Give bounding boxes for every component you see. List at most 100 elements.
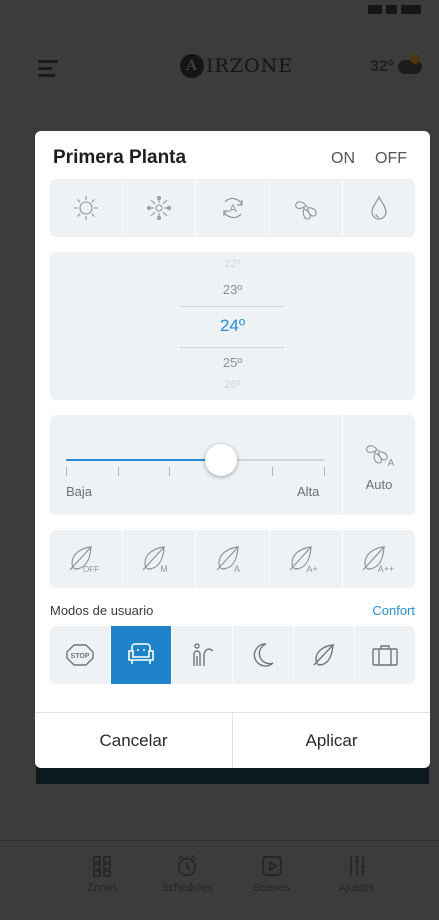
nav-zones[interactable]: Zones (62, 853, 142, 920)
slider-thumb[interactable] (204, 444, 237, 476)
svg-text:OFF: OFF (83, 565, 99, 574)
fan-auto-button[interactable]: A Auto (343, 415, 415, 515)
nav-label: Scenes (253, 882, 291, 894)
eco-adapt-selector: OFF M A A+ A++ (50, 530, 415, 588)
svg-text:STOP: STOP (71, 653, 90, 660)
eco-a-button[interactable]: A (196, 530, 270, 588)
fan-auto-icon: A (366, 444, 395, 469)
people-icon (193, 643, 214, 666)
leaf-off-icon: OFF (69, 546, 99, 574)
svg-text:A++: A++ (378, 564, 395, 574)
grid-icon (90, 853, 114, 879)
sliders-icon (345, 853, 369, 879)
airzone-logo: A IRZONE (180, 54, 293, 78)
nav-scenes[interactable]: Scenes (232, 853, 312, 920)
high-label: Alta (297, 484, 320, 499)
zone-settings-modal: Primera Planta ON OFF A 22º 23º 24º 25º … (35, 131, 430, 768)
slider-tick (117, 467, 119, 476)
mode-fan-button[interactable] (270, 179, 343, 237)
cancel-button[interactable]: Cancelar (35, 713, 233, 768)
leaf-a-plus-icon: A+ (289, 546, 317, 574)
outdoor-temperature: 32º (370, 58, 394, 75)
slider-tick (324, 467, 325, 476)
play-icon (260, 853, 284, 879)
temp-option[interactable]: 23º (50, 282, 415, 297)
fan-speed-slider[interactable] (66, 459, 324, 461)
user-mode-occupied-button[interactable] (172, 626, 233, 684)
eco-a-plus-plus-button[interactable]: A++ (343, 530, 415, 588)
mode-dry-button[interactable] (343, 179, 415, 237)
modal-footer: Cancelar Aplicar (35, 712, 430, 768)
off-button[interactable]: OFF (375, 150, 407, 168)
auto-mode-icon: A (222, 197, 243, 219)
drop-icon (371, 195, 387, 220)
status-icons (368, 5, 421, 14)
user-mode-stop-button[interactable]: STOP (50, 626, 111, 684)
nav-settings[interactable]: Ajustes (317, 853, 397, 920)
svg-text:A: A (229, 203, 237, 215)
eco-m-button[interactable]: M (123, 530, 197, 588)
temp-option[interactable]: 22º (50, 258, 415, 270)
zone-title: Primera Planta (53, 147, 187, 168)
fan-icon (294, 201, 317, 220)
temp-option[interactable]: 26º (50, 379, 415, 391)
on-button[interactable]: ON (331, 150, 355, 168)
slider-tick (169, 467, 171, 476)
weather-widget[interactable]: 32º (370, 54, 422, 76)
divider (0, 840, 439, 841)
svg-text:A: A (233, 564, 239, 574)
operation-mode-selector: A (50, 179, 415, 237)
slider-fill (66, 459, 221, 461)
selected-temperature[interactable]: 24º (50, 316, 415, 336)
user-mode-eco-button[interactable] (294, 626, 355, 684)
svg-text:A: A (388, 458, 395, 469)
eco-off-button[interactable]: OFF (50, 530, 124, 588)
mode-auto-button[interactable]: A (196, 179, 270, 237)
logo-letter: A (180, 54, 204, 78)
selection-line (180, 306, 284, 307)
modal-header: Primera Planta ON OFF (35, 131, 430, 177)
selection-line (180, 347, 284, 348)
bottom-navigation: Zones Schedules Scenes Ajustes (0, 845, 439, 920)
leaf-icon (313, 644, 335, 666)
mode-cool-button[interactable] (123, 179, 197, 237)
cloud-sun-icon (397, 54, 422, 74)
battery-icon (401, 5, 421, 14)
status-bar (0, 0, 439, 22)
temperature-picker[interactable]: 22º 23º 24º 25º 26º (50, 252, 415, 400)
eco-a-plus-button[interactable]: A+ (270, 530, 343, 588)
user-mode-current: Confort (372, 603, 415, 618)
signal-icon (368, 5, 382, 14)
alarm-clock-icon (175, 853, 199, 879)
svg-text:M: M (161, 564, 169, 574)
app-header: A IRZONE 32º (0, 40, 439, 94)
wifi-icon (386, 5, 397, 14)
leaf-a-icon: A (216, 546, 240, 574)
mode-heat-button[interactable] (50, 179, 124, 237)
nav-label: Schedules (161, 882, 213, 894)
nav-label: Ajustes (338, 882, 375, 894)
user-mode-comfort-button[interactable] (111, 626, 172, 684)
user-modes-label: Modos de usuario (50, 603, 154, 618)
logo-text: IRZONE (206, 55, 294, 77)
sun-icon (74, 196, 99, 220)
nav-label: Zones (87, 882, 118, 894)
armchair-icon (128, 643, 154, 664)
user-mode-night-button[interactable] (233, 626, 294, 684)
slider-tick (66, 467, 67, 476)
user-mode-selector: STOP (50, 626, 415, 684)
leaf-m-icon: M (142, 546, 169, 574)
menu-icon[interactable] (38, 60, 58, 81)
svg-text:A+: A+ (306, 564, 317, 574)
auto-label: Auto (365, 476, 393, 492)
user-mode-vacation-button[interactable] (355, 626, 415, 684)
nav-schedules[interactable]: Schedules (147, 853, 227, 920)
temp-option[interactable]: 25º (50, 355, 415, 370)
leaf-a-plus-plus-icon: A++ (362, 546, 395, 574)
snowflake-icon (147, 195, 172, 221)
suitcase-icon (372, 645, 398, 666)
low-label: Baja (66, 484, 93, 499)
fan-speed-panel: Baja Alta A Auto (50, 415, 415, 515)
apply-button[interactable]: Aplicar (233, 713, 430, 768)
stop-icon: STOP (66, 644, 94, 666)
